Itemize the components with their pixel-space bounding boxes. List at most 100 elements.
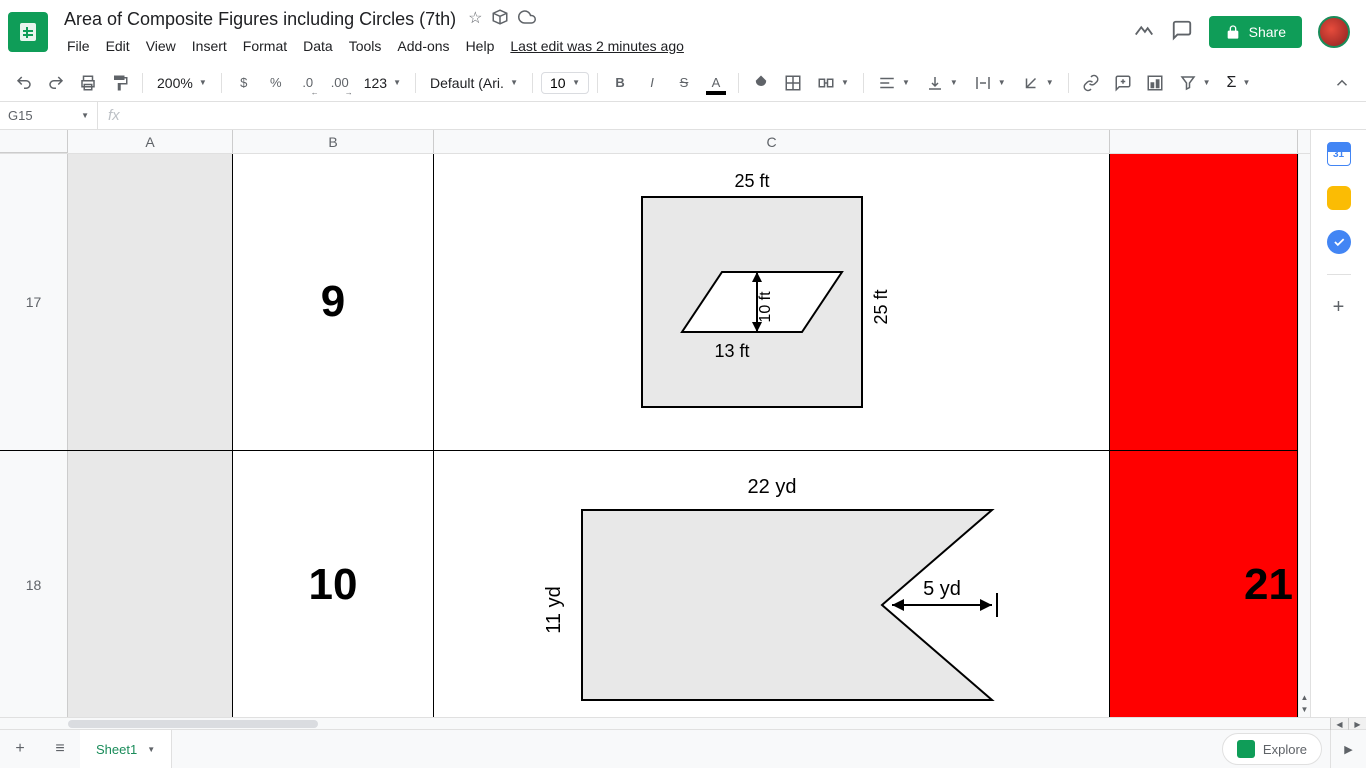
insert-link-icon[interactable] xyxy=(1077,69,1105,97)
chevron-down-icon: ▼ xyxy=(998,78,1006,87)
merge-cells-button[interactable]: ▼ xyxy=(811,74,855,92)
print-icon[interactable] xyxy=(74,69,102,97)
share-label: Share xyxy=(1249,24,1286,40)
filter-button[interactable]: ▼ xyxy=(1173,74,1217,92)
sheet-tab-label: Sheet1 xyxy=(96,742,137,757)
col-header-b[interactable]: B xyxy=(233,130,434,153)
insert-chart-icon[interactable] xyxy=(1141,69,1169,97)
comments-icon[interactable] xyxy=(1171,19,1193,46)
menu-insert[interactable]: Insert xyxy=(185,34,234,58)
sheet-tab[interactable]: Sheet1 ▼ xyxy=(80,730,172,768)
decrease-decimal-icon[interactable]: .0← xyxy=(294,69,322,97)
cell-b18[interactable]: 10 xyxy=(233,451,434,717)
collapse-toolbar-icon[interactable] xyxy=(1328,69,1356,97)
avatar[interactable] xyxy=(1318,16,1350,48)
add-sheet-button[interactable]: + xyxy=(0,730,40,768)
horizontal-scrollbar[interactable] xyxy=(68,718,1330,729)
increase-decimal-icon[interactable]: .00→ xyxy=(326,69,354,97)
cell-b17[interactable]: 9 xyxy=(233,154,434,450)
borders-icon[interactable] xyxy=(779,69,807,97)
cell-a17[interactable] xyxy=(68,154,233,450)
text-wrap-button[interactable]: ▼ xyxy=(968,74,1012,92)
chevron-down-icon: ▼ xyxy=(950,78,958,87)
collapse-side-panel-icon[interactable]: ▶ xyxy=(1330,730,1366,768)
scroll-right-icon[interactable]: ▶ xyxy=(1348,718,1366,730)
svg-text:25 ft: 25 ft xyxy=(871,289,891,324)
cell-a18[interactable] xyxy=(68,451,233,717)
menu-view[interactable]: View xyxy=(139,34,183,58)
redo-icon[interactable] xyxy=(42,69,70,97)
scroll-up-icon[interactable]: ▲ xyxy=(1299,693,1310,705)
format-percent[interactable]: % xyxy=(262,69,290,97)
italic-button[interactable]: I xyxy=(638,69,666,97)
separator xyxy=(863,73,864,93)
star-icon[interactable]: ☆ xyxy=(468,8,482,31)
scroll-thumb[interactable] xyxy=(68,720,318,728)
move-icon[interactable] xyxy=(491,8,509,31)
vertical-scrollbar[interactable]: ▲ ▼ xyxy=(1298,154,1310,717)
font-size-input[interactable]: 10▼ xyxy=(541,72,589,94)
text-color-button[interactable]: A xyxy=(702,69,730,97)
activity-icon[interactable] xyxy=(1133,19,1155,46)
scroll-down-icon[interactable]: ▼ xyxy=(1299,705,1310,717)
zoom-select[interactable]: 200%▼ xyxy=(151,75,213,91)
menu-edit[interactable]: Edit xyxy=(99,34,137,58)
horizontal-align-button[interactable]: ▼ xyxy=(872,74,916,92)
name-box[interactable]: G15▼ xyxy=(0,102,98,129)
undo-icon[interactable] xyxy=(10,69,38,97)
separator xyxy=(1068,73,1069,93)
cell-c18[interactable]: 22 yd 11 yd 5 yd xyxy=(434,451,1110,717)
keep-sidebar-icon[interactable] xyxy=(1327,186,1351,210)
scroll-left-icon[interactable]: ◀ xyxy=(1330,718,1348,730)
menu-help[interactable]: Help xyxy=(459,34,502,58)
vertical-align-button[interactable]: ▼ xyxy=(920,74,964,92)
strikethrough-button[interactable]: S xyxy=(670,69,698,97)
cell-d18[interactable]: 21 xyxy=(1110,451,1298,717)
svg-text:25 ft: 25 ft xyxy=(734,171,769,191)
chevron-down-icon: ▼ xyxy=(572,78,580,87)
chevron-down-icon: ▼ xyxy=(199,78,207,87)
insert-comment-icon[interactable] xyxy=(1109,69,1137,97)
add-sidebar-icon[interactable]: + xyxy=(1327,295,1351,319)
share-button[interactable]: Share xyxy=(1209,16,1302,48)
menu-file[interactable]: File xyxy=(60,34,97,58)
all-sheets-button[interactable]: ≡ xyxy=(40,730,80,768)
menu-tools[interactable]: Tools xyxy=(342,34,389,58)
sheets-logo[interactable] xyxy=(8,12,48,52)
row-header-17[interactable]: 17 xyxy=(0,154,68,450)
col-header-d[interactable] xyxy=(1110,130,1298,153)
functions-button[interactable]: Σ▼ xyxy=(1221,74,1257,92)
separator xyxy=(221,73,222,93)
more-formats[interactable]: 123▼ xyxy=(358,75,407,91)
figure-flag-notch: 22 yd 11 yd 5 yd xyxy=(512,465,1032,705)
paint-format-icon[interactable] xyxy=(106,69,134,97)
last-edit[interactable]: Last edit was 2 minutes ago xyxy=(503,34,691,58)
explore-button[interactable]: Explore xyxy=(1222,733,1322,765)
menu-format[interactable]: Format xyxy=(236,34,294,58)
svg-text:13 ft: 13 ft xyxy=(714,341,749,361)
menu-data[interactable]: Data xyxy=(296,34,340,58)
col-header-a[interactable]: A xyxy=(68,130,233,153)
fill-color-icon[interactable] xyxy=(747,69,775,97)
tasks-sidebar-icon[interactable] xyxy=(1327,230,1351,254)
cell-c17[interactable]: 25 ft 25 ft 10 ft 13 ft xyxy=(434,154,1110,450)
row-header-18[interactable]: 18 xyxy=(0,451,68,717)
col-header-c[interactable]: C xyxy=(434,130,1110,153)
calendar-sidebar-icon[interactable]: 31 xyxy=(1327,142,1351,166)
separator xyxy=(738,73,739,93)
text-rotation-button[interactable]: ▼ xyxy=(1016,74,1060,92)
doc-title[interactable]: Area of Composite Figures including Circ… xyxy=(60,7,460,32)
separator xyxy=(142,73,143,93)
separator xyxy=(532,73,533,93)
separator xyxy=(1327,274,1351,275)
explore-icon xyxy=(1237,740,1255,758)
select-all-corner[interactable] xyxy=(0,130,68,153)
format-currency[interactable]: $ xyxy=(230,69,258,97)
bold-button[interactable]: B xyxy=(606,69,634,97)
formula-input[interactable] xyxy=(130,102,1366,129)
cloud-status-icon[interactable] xyxy=(517,8,537,31)
font-select[interactable]: Default (Ari...▼ xyxy=(424,75,524,91)
menu-addons[interactable]: Add-ons xyxy=(390,34,456,58)
cell-d17[interactable] xyxy=(1110,154,1298,450)
chevron-down-icon: ▼ xyxy=(393,78,401,87)
